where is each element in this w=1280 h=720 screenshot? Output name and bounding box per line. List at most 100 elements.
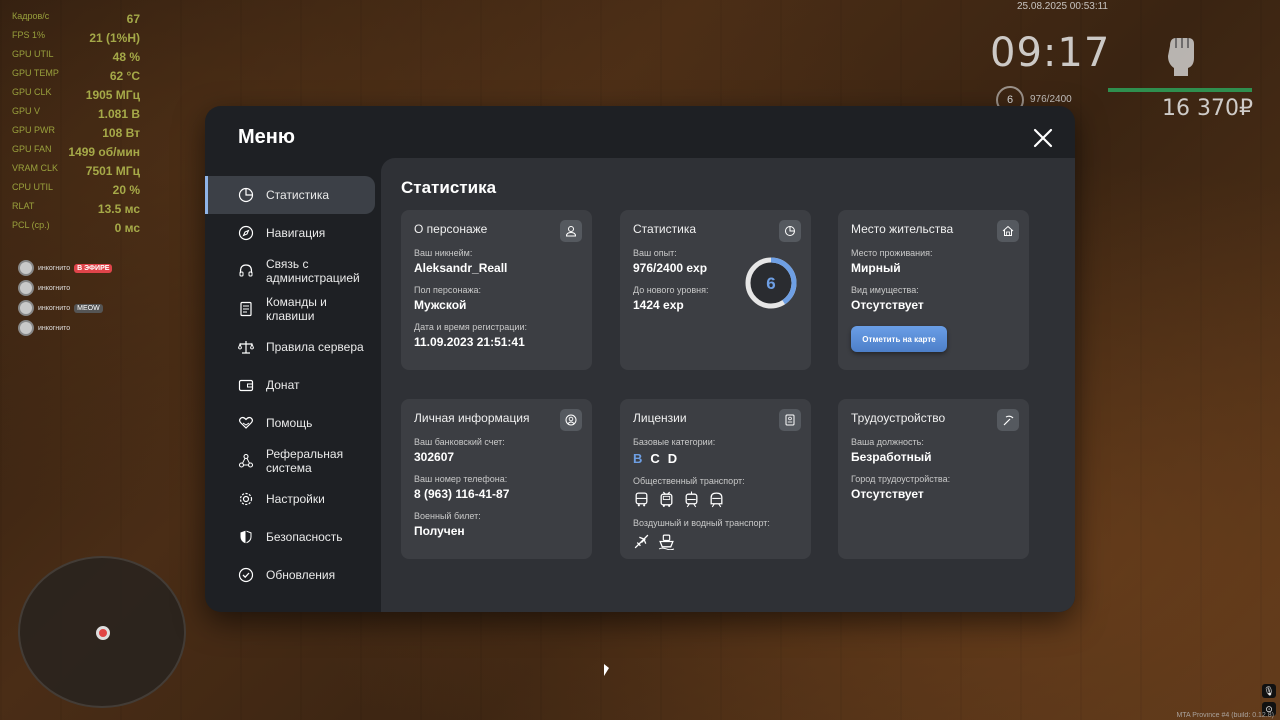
avatar <box>18 300 34 316</box>
card-title: Личная информация <box>414 411 530 425</box>
phone-label: Ваш номер телефона: <box>414 474 508 484</box>
pickaxe-icon <box>997 409 1019 431</box>
perf-label: GPU TEMP <box>12 68 59 78</box>
close-icon[interactable] <box>1033 128 1053 148</box>
menu-window: Меню Статистика Навигация Связь с админист… <box>205 106 1075 612</box>
perf-value: 1499 об/мин <box>68 145 140 159</box>
stream-name: инкогнито <box>38 264 71 272</box>
stream-item[interactable]: инкогнито MEOW <box>18 298 112 318</box>
perf-value: 20 % <box>112 183 140 197</box>
stream-item[interactable]: инкогнито <box>18 318 112 338</box>
air-water-icons <box>633 533 798 550</box>
perf-value: 21 (1%H) <box>89 31 140 45</box>
sidebar-item-settings[interactable]: Настройки <box>205 480 381 518</box>
stream-name: инкогнито <box>38 284 71 292</box>
position-value: Безработный <box>851 450 932 464</box>
stream-item[interactable]: инкогнито <box>18 278 112 298</box>
fist-icon <box>1168 38 1194 76</box>
sidebar-item-referral[interactable]: Реферальная система <box>205 442 381 480</box>
mark-on-map-button[interactable]: Отметить на карте <box>851 326 947 352</box>
datetime: 25.08.2025 00:53:11 <box>1016 1 1108 12</box>
card-title: Лицензии <box>633 411 687 425</box>
perf-label: GPU V <box>12 106 41 116</box>
stream-item[interactable]: инкогнито В ЭФИРЕ <box>18 258 113 278</box>
menu-title: Меню <box>238 126 295 148</box>
avatar <box>18 260 34 276</box>
bus-icon <box>635 492 648 507</box>
military-label: Военный билет: <box>414 511 481 521</box>
sidebar-item-label: Реферальная система <box>266 447 344 475</box>
sidebar-item-navigation[interactable]: Навигация <box>205 214 381 252</box>
stream-badge: MEOW <box>74 303 103 313</box>
perf-row: CPU UTIL 20 % <box>12 179 140 198</box>
page-title: Статистика <box>401 178 497 197</box>
sidebar-item-commands[interactable]: Команды и клавиши <box>205 290 381 328</box>
card-residence: Место жительства Место проживания: Мирны… <box>838 210 1029 370</box>
public-transport-icons <box>633 491 798 508</box>
perf-label: RLAT <box>12 201 35 211</box>
id-card-icon <box>779 409 801 431</box>
sidebar-item-admin[interactable]: Связь с администрацией <box>205 252 381 290</box>
gender-value: Мужской <box>414 298 467 312</box>
license-category: B <box>633 451 643 466</box>
perf-row: VRAM CLK 7501 МГц <box>12 160 140 179</box>
military-value: Получен <box>414 524 465 538</box>
card-personal-info: Личная информация Ваш банковский счет: 3… <box>401 399 592 559</box>
city-label: Город трудоустройства: <box>851 474 951 484</box>
perf-row: FPS 1% 21 (1%H) <box>12 27 140 46</box>
tram-icon <box>685 491 698 508</box>
sidebar-item-donate[interactable]: Донат <box>205 366 381 404</box>
user-circle-icon <box>560 409 582 431</box>
sidebar-item-label: Команды и клавиши <box>266 295 327 323</box>
sidebar-item-label: Безопасность <box>266 530 343 544</box>
sidebar-item-label: Статистика <box>266 188 330 202</box>
public-transport-label: Общественный транспорт: <box>633 476 745 486</box>
money-display: 16 370₽ <box>1162 96 1253 121</box>
exp-indicator: 976/2400 <box>1030 94 1072 105</box>
city-value: Отсутствует <box>851 487 924 501</box>
perf-row: Кадров/с 67 <box>12 8 140 27</box>
registration-value: 11.09.2023 21:51:41 <box>414 335 525 349</box>
property-value: Отсутствует <box>851 298 924 312</box>
bank-label: Ваш банковский счет: <box>414 437 505 447</box>
sidebar-item-security[interactable]: Безопасность <box>205 518 381 556</box>
sidebar-item-stats[interactable]: Статистика <box>205 176 375 214</box>
level-progress-ring: 6 <box>745 257 797 309</box>
license-category: C <box>650 451 660 466</box>
perf-label: GPU UTIL <box>12 49 54 59</box>
card-title: Трудоустройство <box>851 411 946 425</box>
stream-list: инкогнито В ЭФИРЕ инкогнито инкогнито MEOW ин… <box>18 258 113 338</box>
content-panel: Статистика О персонаже Ваш никнейм: Alek… <box>381 158 1075 612</box>
registration-label: Дата и время регистрации: <box>414 322 527 332</box>
check-circle-icon <box>238 567 254 583</box>
perf-label: GPU CLK <box>12 87 52 97</box>
perf-value: 67 <box>126 12 140 26</box>
base-categories-label: Базовые категории: <box>633 437 716 447</box>
headset-icon <box>239 264 253 277</box>
property-label: Вид имущества: <box>851 285 919 295</box>
sidebar-item-updates[interactable]: Обновления <box>205 556 381 594</box>
air-water-transport-label: Воздушный и водный транспорт: <box>633 518 770 528</box>
card-character: О персонаже Ваш никнейм: Aleksandr_Reall… <box>401 210 592 370</box>
document-icon <box>240 301 252 317</box>
house-icon <box>997 220 1019 242</box>
metro-icon <box>710 492 723 508</box>
sidebar-item-help[interactable]: Помощь <box>205 404 381 442</box>
airplane-icon <box>634 534 649 549</box>
position-label: Ваша должность: <box>851 437 924 447</box>
bank-value: 302607 <box>414 450 455 464</box>
pie-chart-icon <box>238 187 254 203</box>
perf-value: 0 мс <box>114 221 140 235</box>
sidebar-item-label: Настройки <box>266 492 325 506</box>
stream-badge: В ЭФИРЕ <box>74 263 113 273</box>
sidebar-item-label: Навигация <box>266 226 326 240</box>
user-icon <box>560 220 582 242</box>
level-number: 6 <box>766 274 775 293</box>
card-title: О персонаже <box>414 222 488 236</box>
card-title: Место жительства <box>851 222 954 236</box>
minimap[interactable] <box>18 556 186 708</box>
microphone-icon[interactable]: 🎙 <box>1262 684 1276 698</box>
perf-value: 1.081 В <box>97 107 140 121</box>
game-clock: 09:17 <box>990 30 1111 76</box>
sidebar-item-rules[interactable]: Правила сервера <box>205 328 381 366</box>
